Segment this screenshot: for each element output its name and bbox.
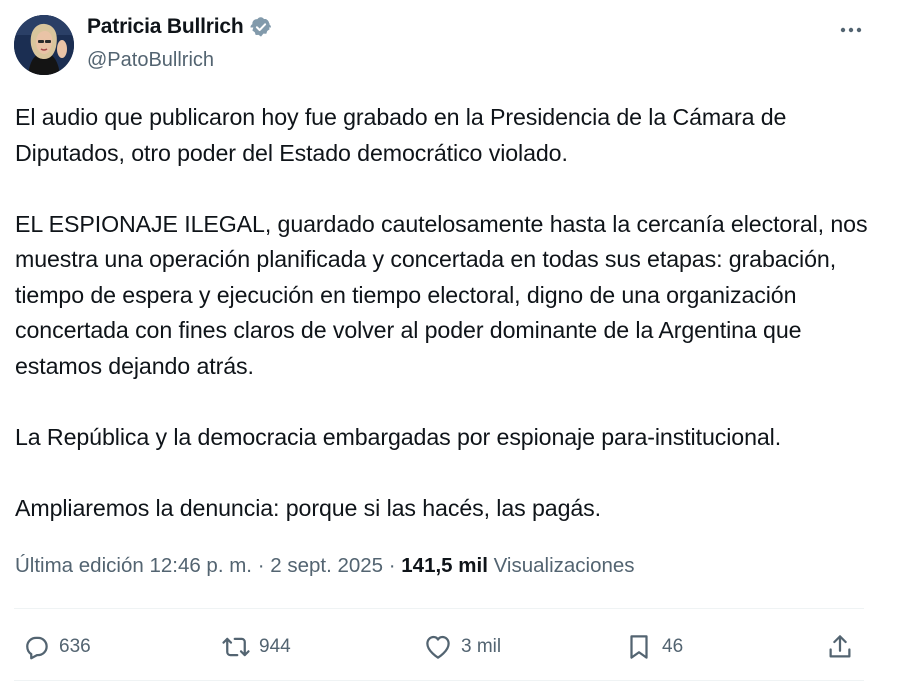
tweet-metadata: Última edición 12:46 p. m. · 2 sept. 202… — [15, 554, 635, 578]
tweet-paragraph: Ampliaremos la denuncia: porque si las h… — [15, 494, 602, 521]
divider — [14, 608, 864, 609]
share-icon — [829, 635, 851, 658]
tweet-paragraph: El audio que publicaron hoy fue grabado … — [15, 104, 787, 166]
like-button[interactable]: 3 mil — [423, 622, 501, 672]
tweet-paragraph: EL ESPIONAJE ILEGAL, guardado cautelosam… — [15, 210, 868, 379]
repost-icon — [222, 637, 250, 657]
repost-count: 944 — [259, 636, 291, 657]
author-name-row: Patricia Bullrich — [87, 15, 272, 39]
tweet: Patricia Bullrich @PatoBullrich El audio… — [0, 0, 908, 699]
repost-button[interactable]: 944 — [221, 622, 291, 672]
avatar[interactable] — [14, 15, 74, 75]
tweet-paragraph: La República y la democracia embargadas … — [15, 423, 782, 450]
edited-timestamp[interactable]: Última edición 12:46 p. m. · 2 sept. 202… — [15, 554, 401, 577]
views-count: 141,5 mil — [401, 554, 488, 577]
bookmark-count: 46 — [662, 636, 684, 657]
bookmark-icon — [630, 635, 648, 659]
reply-icon — [26, 636, 48, 660]
views-label: Visualizaciones — [493, 554, 635, 577]
like-icon — [426, 635, 450, 659]
author-display-name[interactable]: Patricia Bullrich — [87, 15, 244, 39]
more-dots-icon — [840, 27, 862, 33]
avatar-image — [14, 15, 74, 75]
author-handle[interactable]: @PatoBullrich — [87, 49, 214, 72]
verified-badge-icon[interactable] — [249, 16, 272, 38]
like-count: 3 mil — [461, 636, 502, 657]
reply-button[interactable]: 636 — [21, 622, 91, 672]
bookmark-button[interactable]: 46 — [624, 622, 683, 672]
tweet-text: El audio que publicaron hoy fue grabado … — [15, 100, 885, 526]
action-bar: 636 944 3 mil 46 — [0, 622, 908, 672]
more-options-button[interactable] — [836, 16, 866, 44]
divider — [14, 680, 864, 681]
share-button[interactable] — [825, 622, 855, 672]
reply-count: 636 — [59, 636, 91, 657]
